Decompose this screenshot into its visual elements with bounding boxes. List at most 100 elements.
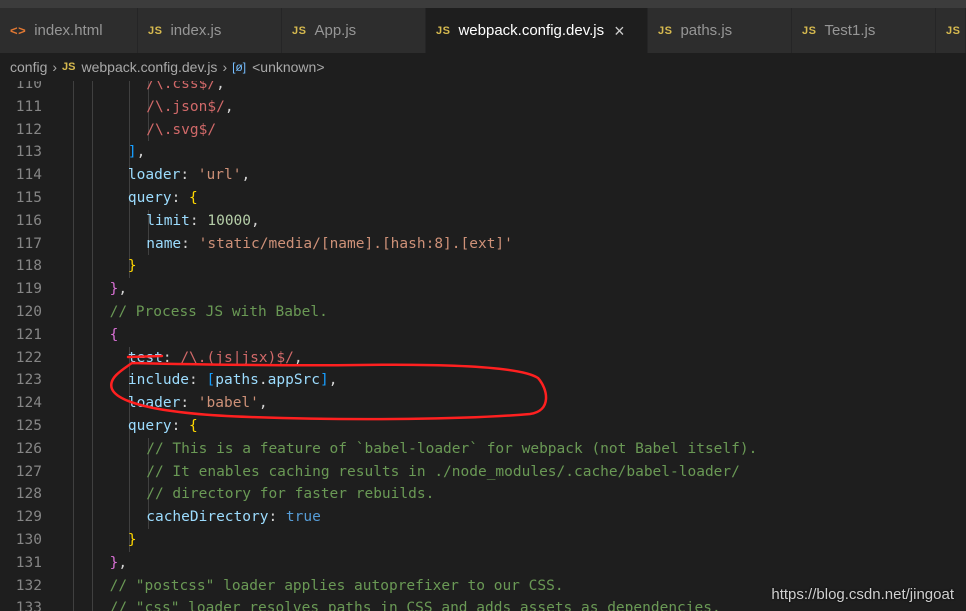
indent-guide xyxy=(129,483,130,507)
indent-guide xyxy=(92,118,93,142)
code-line: 118} xyxy=(0,255,966,279)
line-number: 127 xyxy=(15,463,42,480)
indent-guide xyxy=(73,186,74,210)
indent-guide xyxy=(73,414,74,438)
code-line: 120 // Process JS with Babel. xyxy=(0,300,966,324)
indent-guide xyxy=(92,81,93,96)
tab-app-js[interactable]: JS App.js xyxy=(282,8,426,53)
code-token: : xyxy=(189,212,208,229)
line-number: 125 xyxy=(15,417,42,434)
line-number: 119 xyxy=(15,281,42,298)
indent-guide xyxy=(73,255,74,279)
code-token: /\.svg$/ xyxy=(146,121,217,138)
tab-test1-js[interactable]: JS Test1.js xyxy=(792,8,936,53)
code-token: { xyxy=(189,189,198,206)
js-file-icon: JS xyxy=(62,61,76,73)
code-text: // This is a feature of `babel-loader` f… xyxy=(146,438,757,461)
code-token: : xyxy=(171,189,190,206)
indent-guide xyxy=(129,437,130,461)
tab-overflow[interactable]: JS xyxy=(936,8,966,53)
line-number: 113 xyxy=(15,144,42,161)
close-icon[interactable]: × xyxy=(614,22,625,40)
indent-guide xyxy=(129,118,130,142)
indent-guide xyxy=(129,209,130,233)
code-token: /\.json$/ xyxy=(146,98,225,115)
code-lines: 110 /\.css$/, 111 /\.json$/, 112 /\.svg$/ 113]… xyxy=(0,81,966,611)
indent-guide xyxy=(129,81,130,96)
breadcrumb-symbol[interactable]: <unknown> xyxy=(252,59,324,75)
tab-index-js[interactable]: JS index.js xyxy=(138,8,282,53)
line-number: 118 xyxy=(15,258,42,275)
code-line: 124 loader: 'babel', xyxy=(0,392,966,415)
line-number: 124 xyxy=(15,395,42,412)
indent-guide xyxy=(92,346,93,370)
code-token: query xyxy=(127,189,172,206)
indent-guide xyxy=(92,574,93,598)
code-text: { xyxy=(110,324,119,347)
code-token: /\.css$/ xyxy=(146,81,217,92)
code-token: , xyxy=(293,349,303,366)
indent-guide xyxy=(73,118,74,142)
tab-index-html[interactable]: <> index.html xyxy=(0,8,138,53)
indent-guide xyxy=(92,551,93,575)
code-token: { xyxy=(189,417,198,434)
indent-guide xyxy=(129,95,130,119)
code-token: /\.(js|jsx)$/ xyxy=(180,349,294,366)
code-token: , xyxy=(328,372,338,389)
code-token: ] xyxy=(127,144,137,161)
code-text: /\.json$/, xyxy=(146,96,233,119)
code-line: 111 /\.json$/, xyxy=(0,95,966,119)
line-number: 114 xyxy=(15,167,42,184)
line-number: 115 xyxy=(15,189,42,206)
code-text: name: 'static/media/[name].[hash:8].[ext… xyxy=(146,233,513,256)
code-line: 113], xyxy=(0,141,966,165)
indent-guide xyxy=(73,81,74,96)
indent-guide xyxy=(73,300,74,324)
tab-label: Test1.js xyxy=(824,22,876,39)
code-token: // "css" loader resolves paths in CSS an… xyxy=(109,600,721,611)
js-icon: JS xyxy=(436,24,451,37)
tab-webpack-config-dev-js[interactable]: JS webpack.config.dev.js × xyxy=(426,8,648,53)
code-text: // Process JS with Babel. xyxy=(110,301,328,324)
indent-guide xyxy=(73,141,74,165)
line-number: 126 xyxy=(15,440,42,457)
code-text: cacheDirectory: true xyxy=(146,506,321,529)
code-text: } xyxy=(128,255,137,278)
code-token: 10000 xyxy=(207,212,252,229)
code-text: /\.svg$/ xyxy=(146,119,216,142)
code-text: // "postcss" loader applies autoprefixer… xyxy=(110,575,564,598)
code-token: : xyxy=(181,235,199,252)
indent-guide xyxy=(73,209,74,233)
line-number: 132 xyxy=(15,577,42,594)
indent-guide xyxy=(92,255,93,279)
code-text: /\.css$/, xyxy=(146,81,225,96)
breadcrumb-folder[interactable]: config xyxy=(10,59,47,75)
code-editor[interactable]: 110 /\.css$/, 111 /\.json$/, 112 /\.svg$/ 113]… xyxy=(0,81,966,611)
code-token: , xyxy=(216,81,225,92)
code-line: 128 // directory for faster rebuilds. xyxy=(0,483,966,507)
line-number: 128 xyxy=(15,486,42,503)
code-token: query xyxy=(127,417,172,434)
html-icon: <> xyxy=(10,23,27,38)
code-token: loader xyxy=(127,395,181,412)
code-line: 114 loader: 'url', xyxy=(0,164,966,187)
tab-paths-js[interactable]: JS paths.js xyxy=(648,8,792,53)
code-text: // directory for faster rebuilds. xyxy=(146,483,434,506)
line-number: 110 xyxy=(15,81,42,92)
code-token: true xyxy=(285,509,321,526)
breadcrumb: config › JS webpack.config.dev.js › [ø] … xyxy=(0,53,966,81)
code-text: test: /\.(js|jsx)$/, xyxy=(128,347,303,370)
indent-guide xyxy=(92,414,93,438)
code-token: . xyxy=(258,372,268,389)
indent-guide xyxy=(73,483,74,507)
indent-guide xyxy=(73,597,74,611)
line-number: 129 xyxy=(15,509,42,526)
line-number: 121 xyxy=(15,326,42,343)
code-line: 129 cacheDirectory: true xyxy=(0,506,966,529)
code-text: // "css" loader resolves paths in CSS an… xyxy=(110,597,721,611)
code-line: 126 // This is a feature of `babel-loader… xyxy=(0,437,966,461)
code-line: 125 query: { xyxy=(0,414,966,438)
code-text: query: { xyxy=(128,187,198,210)
indent-guide xyxy=(92,392,93,415)
breadcrumb-file[interactable]: webpack.config.dev.js xyxy=(82,59,218,75)
